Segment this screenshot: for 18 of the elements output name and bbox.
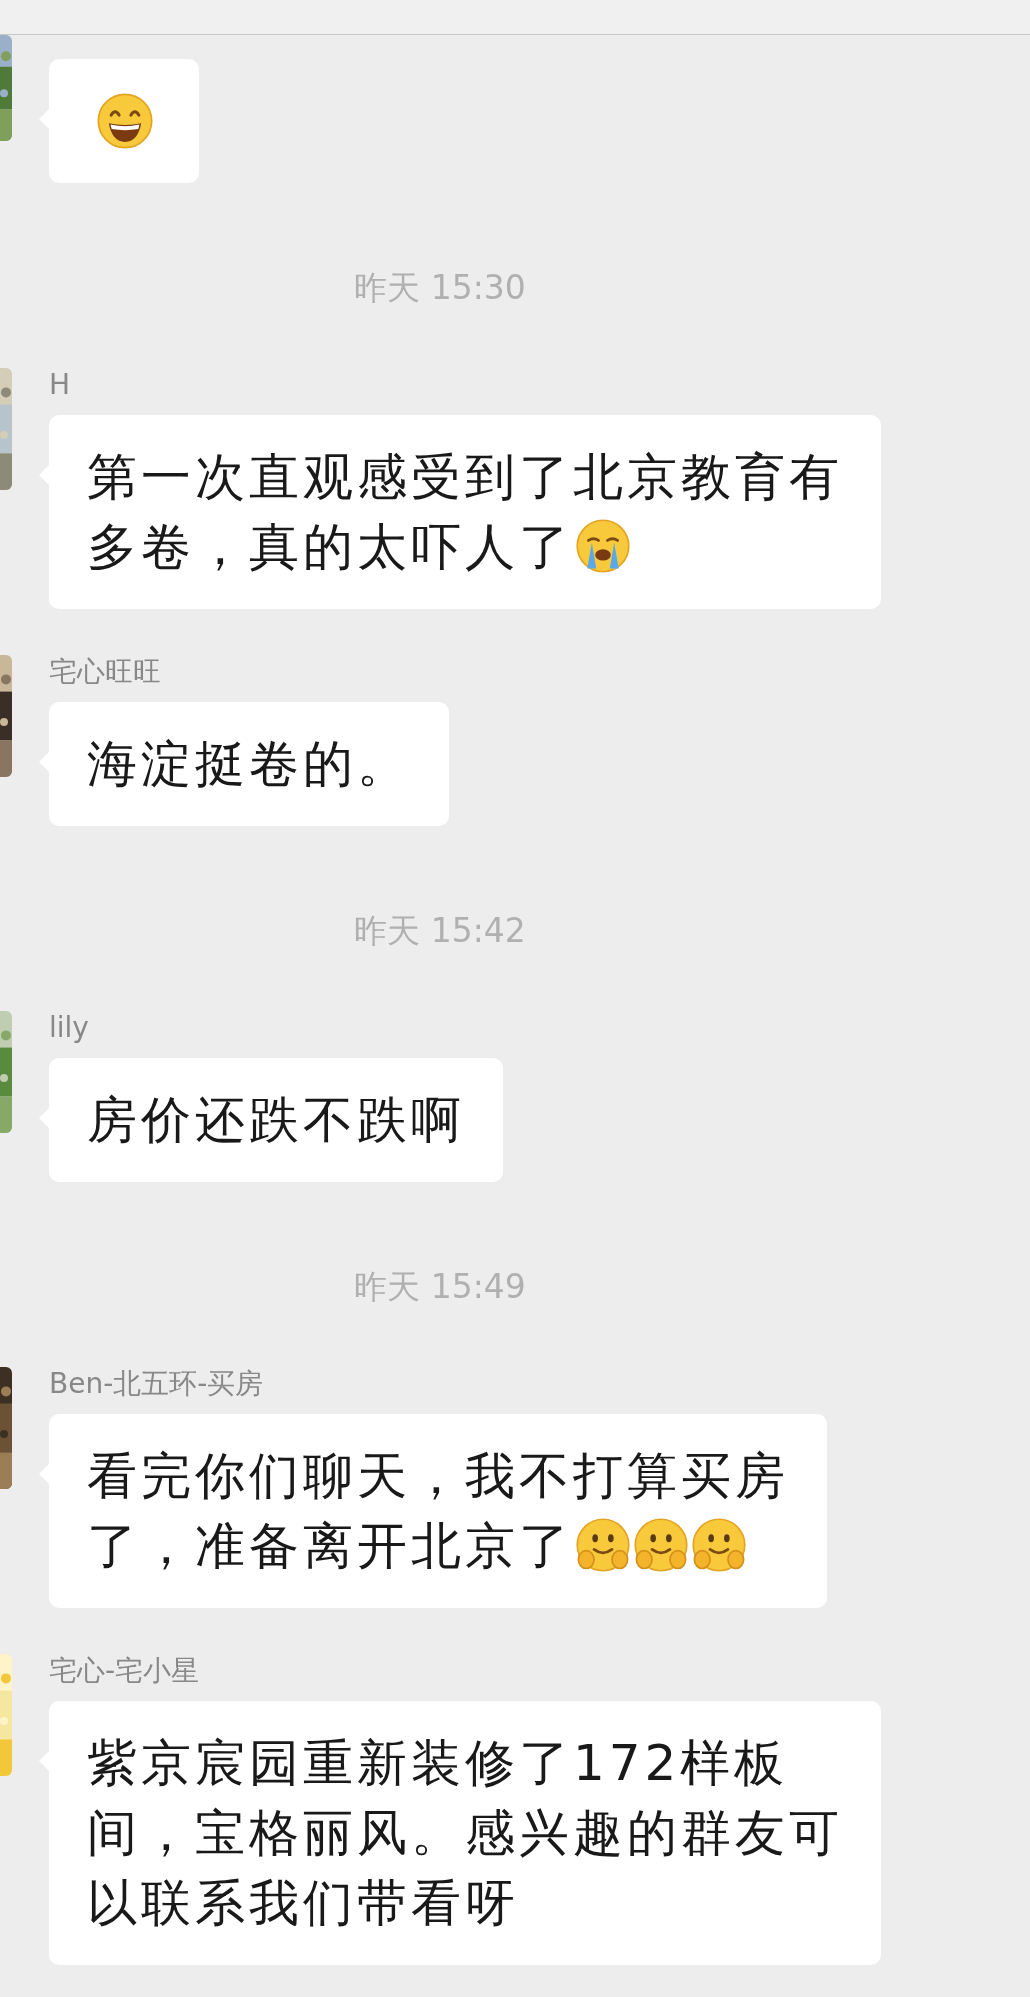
grinning-face-icon: [96, 92, 154, 150]
timestamp: 昨天 15:42: [353, 911, 527, 951]
timestamp: 昨天 15:30: [353, 268, 527, 308]
sender-name: 宅心旺旺: [49, 655, 161, 689]
message-text: 海淀挺卷的。: [87, 734, 411, 795]
sender-name: H: [49, 368, 71, 402]
timestamp: 昨天 15:49: [353, 1267, 527, 1307]
sender-name: Ben-北五环-买房: [49, 1367, 264, 1401]
hugging-face-icon: [575, 1517, 631, 1573]
message-text: 第一次直观感受到了北京教育有 多卷，真的太吓人了: [87, 447, 843, 578]
message-text: 看完你们聊天，我不打算买房 了，准备离开北京了: [87, 1446, 789, 1577]
sender-name: 宅心-宅小星: [49, 1654, 200, 1688]
hugging-face-icon: [633, 1517, 689, 1573]
crying-face-icon: [575, 518, 631, 574]
sender-name: lily: [49, 1011, 89, 1045]
message-text: 紫京宸园重新装修了172样板 间，宝格丽风。感兴趣的群友可 以联系我们带看呀: [87, 1733, 843, 1934]
message-text: 房价还跌不跌啊: [87, 1090, 465, 1151]
hugging-face-icon: [691, 1517, 747, 1573]
